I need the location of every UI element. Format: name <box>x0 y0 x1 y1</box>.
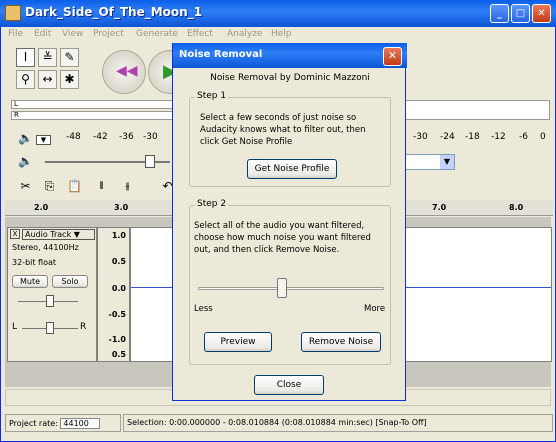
meter-dropdown[interactable]: ▼ <box>36 135 51 145</box>
selection-status: Selection: 0:00.000000 - 0:08.010884 (0:… <box>123 414 553 432</box>
meter-tick: -18 <box>465 132 480 142</box>
track-bitdepth: 32-bit float <box>12 258 57 267</box>
meter-tick: -30 <box>143 132 158 142</box>
less-label: Less <box>194 304 213 314</box>
menu-view[interactable]: View <box>62 29 83 39</box>
ruler-label: 2.0 <box>34 203 49 212</box>
meter-tick: -30 <box>413 132 428 142</box>
dialog-close-button[interactable]: ✕ <box>383 47 402 66</box>
vruler-label: 0.5 <box>111 350 126 359</box>
noise-amount-slider[interactable] <box>198 287 384 290</box>
minimize-button[interactable]: _ <box>490 4 509 23</box>
track-format: Stereo, 44100Hz <box>12 243 79 252</box>
vruler-label: 1.0 <box>111 231 126 240</box>
status-bar: Project rate: 44100 Selection: 0:00.0000… <box>3 413 553 435</box>
silence-icon[interactable]: ⫵ <box>118 178 137 197</box>
volume-icon: 🔈 <box>18 154 33 168</box>
gain-slider-thumb[interactable] <box>46 295 54 307</box>
remove-noise-button[interactable]: Remove Noise <box>301 332 381 352</box>
menu-generate[interactable]: Generate <box>136 29 178 39</box>
noise-amount-slider-thumb[interactable] <box>276 278 287 298</box>
step1-label: Step 1 <box>195 91 229 101</box>
step2-label: Step 2 <box>195 199 229 209</box>
speaker-icon: 🔈 <box>18 131 33 145</box>
title-bar: Dark_Side_Of_The_Moon_1 _ □ ✕ <box>0 0 556 27</box>
noise-removal-dialog: Noise Removal ✕ Noise Removal by Dominic… <box>172 43 407 401</box>
menu-file[interactable]: File <box>8 29 23 39</box>
multi-tool-icon[interactable]: ✱ <box>60 70 79 89</box>
step1-text: Select a few seconds of just noise so Au… <box>200 113 366 147</box>
mute-button[interactable]: Mute <box>12 275 48 288</box>
draw-tool-icon[interactable]: ✎ <box>60 48 79 67</box>
project-rate-box: Project rate: 44100 <box>5 414 121 432</box>
meter-tick: -48 <box>66 132 81 142</box>
menu-help[interactable]: Help <box>271 29 292 39</box>
preview-button[interactable]: Preview <box>204 332 272 352</box>
timeshift-tool-icon[interactable]: ↔ <box>38 70 57 89</box>
meter-tick: 0 <box>540 132 546 142</box>
track-info-panel: X Audio Track ▼ Stereo, 44100Hz 32-bit f… <box>7 227 97 362</box>
ruler-label: 7.0 <box>432 203 447 212</box>
vruler-label: 0.5 <box>111 257 126 266</box>
zoom-tool-icon[interactable]: ⚲ <box>16 70 35 89</box>
more-label: More <box>364 304 386 314</box>
meter-tick: -24 <box>440 132 455 142</box>
vruler-label: 0.0 <box>111 284 126 293</box>
meter-tick: -6 <box>519 132 528 142</box>
paste-icon[interactable]: 📋 <box>65 178 84 197</box>
step2-text: Select all of the audio you want filtere… <box>194 221 371 255</box>
volume-slider-thumb[interactable] <box>145 155 155 168</box>
get-noise-profile-button[interactable]: Get Noise Profile <box>247 159 337 179</box>
step2-group: Step 2 Select all of the audio you want … <box>189 199 391 365</box>
solo-button[interactable]: Solo <box>52 275 88 288</box>
meter-bar-right: R <box>11 111 173 120</box>
meter-tick: -36 <box>119 132 134 142</box>
vruler-label: -1.0 <box>108 335 127 344</box>
app-icon <box>5 5 21 21</box>
window-title: Dark_Side_Of_The_Moon_1 <box>25 5 203 19</box>
cut-icon[interactable]: ✂ <box>16 178 35 197</box>
menu-analyze[interactable]: Analyze <box>227 29 262 39</box>
trim-icon[interactable]: ⫴ <box>92 178 111 197</box>
meter-bar-record <box>405 100 550 120</box>
meter-tick: -42 <box>93 132 108 142</box>
maximize-button[interactable]: □ <box>511 4 530 23</box>
meter-bar-left: L <box>11 100 173 109</box>
pan-left-label: L <box>12 322 18 332</box>
pan-right-label: R <box>80 322 87 332</box>
menu-effect[interactable]: Effect <box>187 29 213 39</box>
vertical-ruler: 1.0 0.5 0.0 -0.5 -1.0 0.5 <box>97 227 130 362</box>
dialog-subtitle: Noise Removal by Dominic Mazzoni <box>210 73 370 83</box>
dialog-title-bar: Noise Removal ✕ <box>173 43 407 68</box>
dialog-title: Noise Removal <box>179 49 263 60</box>
close-button[interactable]: ✕ <box>532 4 551 23</box>
envelope-tool-icon[interactable]: ≚ <box>38 48 57 67</box>
menu-edit[interactable]: Edit <box>34 29 51 39</box>
ruler-label: 8.0 <box>509 203 524 212</box>
track-name-dropdown[interactable]: Audio Track ▼ <box>22 229 95 240</box>
dialog-close-action-button[interactable]: Close <box>254 375 324 395</box>
project-rate-input[interactable]: 44100 <box>60 418 101 429</box>
step1-group: Step 1 Select a few seconds of just nois… <box>189 91 391 187</box>
copy-icon[interactable]: ⎘ <box>40 178 59 197</box>
pan-slider-thumb[interactable] <box>46 322 54 334</box>
ruler-label: 3.0 <box>114 203 129 212</box>
vruler-label: -0.5 <box>108 310 127 319</box>
skip-start-button[interactable]: ◀◀ <box>102 50 146 94</box>
menu-project[interactable]: Project <box>93 29 124 39</box>
selection-tool-icon[interactable]: I <box>16 48 35 67</box>
track-close-button[interactable]: X <box>10 229 20 239</box>
meter-tick: -12 <box>491 132 506 142</box>
input-source-select[interactable]: ▼ <box>405 154 455 170</box>
menu-bar: File Edit View Project Generate Effect A… <box>1 27 555 43</box>
